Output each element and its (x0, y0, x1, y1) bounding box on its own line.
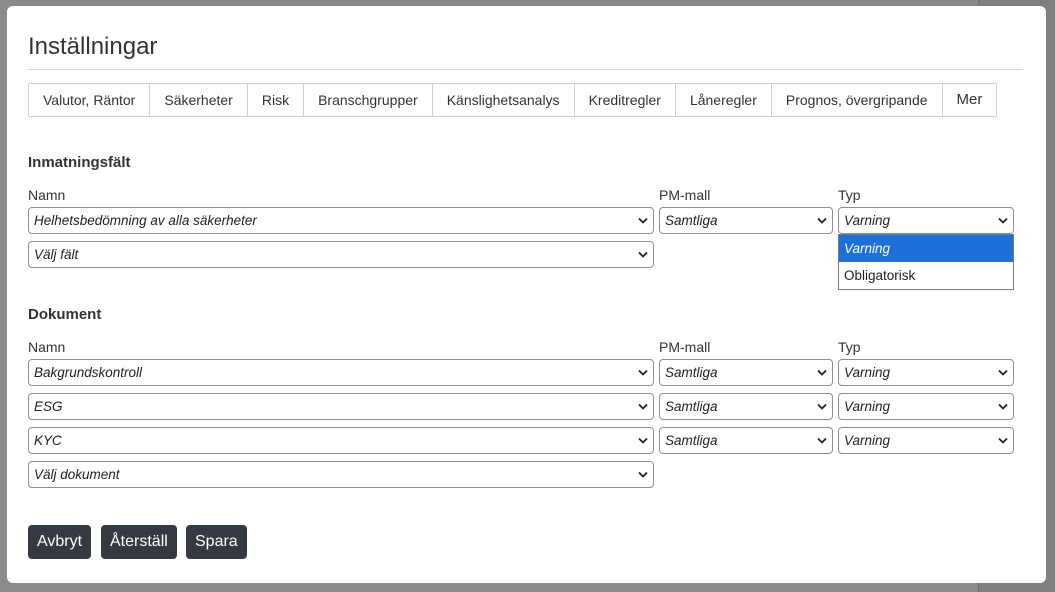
tab-prognos[interactable]: Prognos, övergripande (772, 84, 943, 116)
chevron-down-icon (817, 403, 827, 410)
dokument-add-select[interactable]: Välj dokument (28, 461, 654, 488)
chevron-down-icon (998, 369, 1008, 376)
chevron-down-icon (817, 369, 827, 376)
dokument-heading: Dokument (28, 306, 102, 323)
select-value: Helhetsbedömning av alla säkerheter (34, 213, 257, 228)
tab-risk[interactable]: Risk (248, 84, 305, 116)
dokument-namn-select[interactable]: KYC (28, 427, 654, 454)
tab-mer[interactable]: Mer (943, 84, 997, 116)
tab-laneregler[interactable]: Låneregler (676, 84, 772, 116)
inmatning-typ-label: Typ (838, 187, 861, 203)
select-value: Varning (844, 365, 891, 380)
inmatning-typ-select[interactable]: Varning (838, 207, 1014, 234)
tab-branschgrupper[interactable]: Branschgrupper (304, 84, 433, 116)
settings-tabs: Valutor, Räntor Säkerheter Risk Branschg… (28, 83, 998, 117)
inmatning-namn-select[interactable]: Helhetsbedömning av alla säkerheter (28, 207, 654, 234)
select-value: Bakgrundskontroll (34, 365, 143, 380)
chevron-down-icon (638, 251, 648, 258)
tab-sakerheter[interactable]: Säkerheter (150, 84, 248, 116)
select-value: ESG (34, 399, 63, 414)
select-placeholder: Välj fält (34, 247, 79, 262)
select-value: KYC (34, 433, 62, 448)
dokument-pm-select[interactable]: Samtliga (659, 393, 833, 420)
chevron-down-icon (998, 217, 1008, 224)
select-placeholder: Välj dokument (34, 467, 120, 482)
inmatning-heading: Inmatningsfält (28, 154, 131, 171)
dokument-pm-select[interactable]: Samtliga (659, 359, 833, 386)
dropdown-option-varning[interactable]: Varning (839, 235, 1013, 262)
chevron-down-icon (817, 437, 827, 444)
title-divider (28, 69, 1023, 70)
chevron-down-icon (638, 403, 648, 410)
chevron-down-icon (638, 437, 648, 444)
dokument-namn-label: Namn (28, 339, 66, 355)
inmatning-pm-select[interactable]: Samtliga (659, 207, 833, 234)
select-value: Samtliga (665, 365, 718, 380)
dokument-typ-label: Typ (838, 339, 861, 355)
tab-valutor-rantor[interactable]: Valutor, Räntor (29, 84, 151, 116)
chevron-down-icon (638, 217, 648, 224)
cancel-button[interactable]: Avbryt (28, 525, 92, 559)
tab-kanslighetsanalys[interactable]: Känslighetsanalys (433, 84, 575, 116)
select-value: Samtliga (665, 399, 718, 414)
dokument-typ-select[interactable]: Varning (838, 359, 1014, 386)
inmatning-namn-label: Namn (28, 187, 66, 203)
save-button[interactable]: Spara (186, 525, 247, 559)
inmatning-pm-label: PM-mall (659, 187, 711, 203)
typ-dropdown-list: Varning Obligatorisk (838, 234, 1014, 290)
select-value: Varning (844, 433, 891, 448)
chevron-down-icon (998, 437, 1008, 444)
chevron-down-icon (638, 369, 648, 376)
select-value: Varning (844, 213, 891, 228)
tab-kreditregler[interactable]: Kreditregler (575, 84, 676, 116)
select-value: Varning (844, 399, 891, 414)
dokument-typ-select[interactable]: Varning (838, 393, 1014, 420)
dokument-namn-select[interactable]: Bakgrundskontroll (28, 359, 654, 386)
dokument-typ-select[interactable]: Varning (838, 427, 1014, 454)
chevron-down-icon (998, 403, 1008, 410)
chevron-down-icon (817, 217, 827, 224)
dokument-namn-select[interactable]: ESG (28, 393, 654, 420)
settings-dialog: Inställningar Valutor, Räntor Säkerheter… (7, 6, 1046, 583)
dokument-pm-label: PM-mall (659, 339, 711, 355)
select-value: Samtliga (665, 213, 718, 228)
dropdown-option-obligatorisk[interactable]: Obligatorisk (839, 262, 1013, 289)
chevron-down-icon (638, 471, 648, 478)
inmatning-add-select[interactable]: Välj fält (28, 241, 654, 268)
select-value: Samtliga (665, 433, 718, 448)
dokument-pm-select[interactable]: Samtliga (659, 427, 833, 454)
dialog-title: Inställningar (28, 33, 158, 60)
reset-button[interactable]: Återställ (101, 525, 177, 559)
